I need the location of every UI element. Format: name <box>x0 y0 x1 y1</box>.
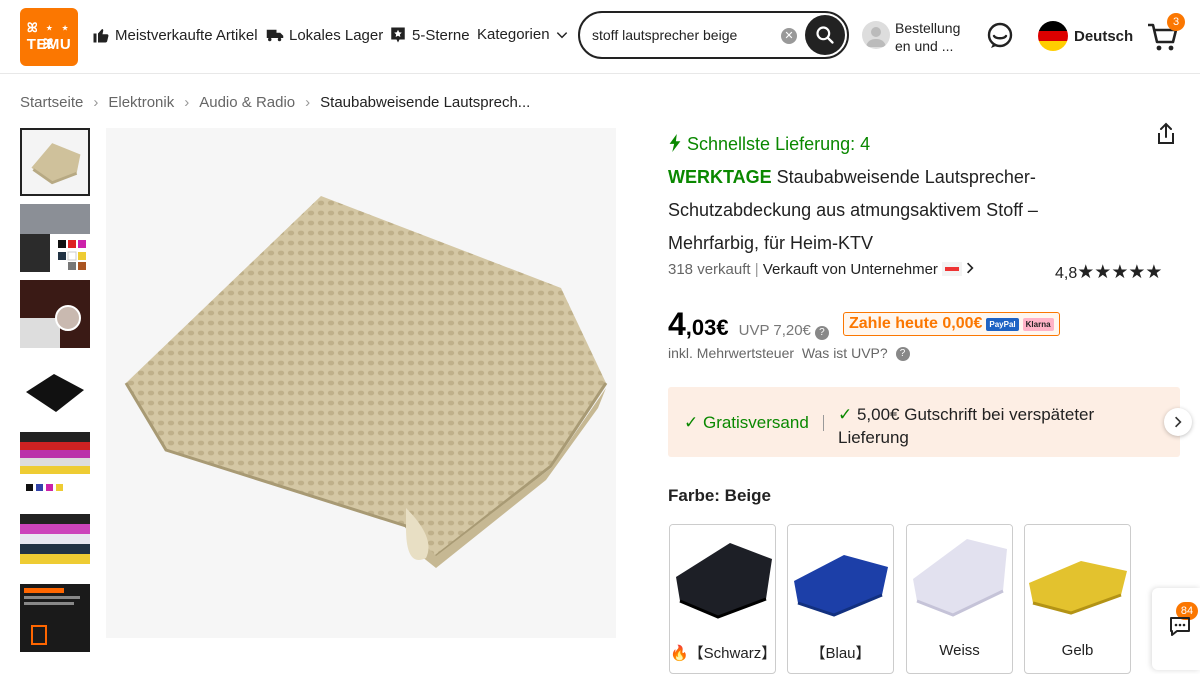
search-bar: ✕ <box>578 11 849 59</box>
orders-line1: Bestellung <box>895 20 961 36</box>
rating-value: 4,8 <box>1055 265 1078 282</box>
product-title-block: Schnellste Lieferung: 4 WERKTAGE Staubab… <box>668 128 1108 260</box>
logo-text: TEMU <box>26 36 72 53</box>
seller-text: Verkauft von Unternehmer <box>762 261 938 278</box>
what-is-uvp-link[interactable]: Was ist UVP? <box>802 345 888 361</box>
help-icon[interactable]: ? <box>814 326 829 340</box>
price-decimal: ,03€ <box>685 315 729 340</box>
nav-local-warehouse[interactable]: Lokales Lager <box>266 26 383 44</box>
sold-count: 318 verkauft <box>668 261 751 278</box>
nav-categories-label: Kategorien <box>477 26 550 43</box>
search-button[interactable] <box>805 15 845 55</box>
price-integer: 4 <box>668 306 686 342</box>
orders-account-link[interactable]: Bestellung en und ... <box>895 19 960 55</box>
floating-support-button[interactable]: 84 <box>1152 588 1200 670</box>
rating-stars-icon: ★★★★★ <box>1077 262 1163 283</box>
seller-link[interactable]: Verkauft von Unternehmer <box>763 261 974 278</box>
user-icon <box>866 27 886 47</box>
thumbnail-color-rolls[interactable] <box>20 432 90 500</box>
product-main-image[interactable] <box>106 128 616 638</box>
paypal-logo: PayPal <box>986 317 1019 331</box>
breadcrumb-separator: › <box>93 94 99 111</box>
chevron-right-icon <box>1175 416 1182 428</box>
orders-line2: en und ... <box>895 38 954 54</box>
help-icon[interactable]: ? <box>895 347 910 362</box>
nav-categories[interactable]: Kategorien <box>477 26 569 43</box>
language-selector[interactable]: Deutsch <box>1074 28 1133 45</box>
nav-bestsellers-label: Meistverkaufte Artikel <box>115 26 258 44</box>
breadcrumb-separator: › <box>305 94 311 111</box>
nav-bestsellers[interactable]: Meistverkaufte Artikel <box>92 26 258 44</box>
search-input[interactable] <box>592 25 772 45</box>
color-option-blue[interactable]: 【Blau】 <box>787 524 894 674</box>
germany-flag-icon[interactable] <box>1038 21 1068 51</box>
thumbnail-detail-magnifier[interactable] <box>20 280 90 348</box>
color-option-label: 🔥【Schwarz】 <box>670 645 776 662</box>
delivery-text: Schnellste Lieferung: 4 <box>687 134 871 154</box>
clear-search-icon[interactable]: ✕ <box>781 28 797 44</box>
thumbnail-black-sheet[interactable] <box>20 356 90 424</box>
seller-logo-icon <box>942 262 963 276</box>
breadcrumb-home[interactable]: Startseite <box>20 94 83 111</box>
klarna-logo: Klarna <box>1022 317 1054 331</box>
breadcrumb-electronics[interactable]: Elektronik <box>108 94 174 111</box>
thumbnail-stack-colors[interactable] <box>20 508 90 576</box>
color-option-label: 【Blau】 <box>810 645 871 662</box>
thumbnail-beige-fabric[interactable] <box>20 128 90 196</box>
thumbs-up-icon <box>93 29 109 43</box>
color-option-black[interactable]: 🔥【Schwarz】 <box>669 524 776 674</box>
pay-today-text: Zahle heute 0,00€ <box>849 315 983 332</box>
tax-text: inkl. Mehrwertsteuer <box>668 345 795 361</box>
color-option-label: Gelb <box>1061 642 1094 659</box>
delivery-days: WERKTAGE <box>668 167 772 187</box>
nav-local-warehouse-label: Lokales Lager <box>289 26 384 44</box>
uvp-price: UVP 7,20€ <box>738 322 811 339</box>
free-shipping: ✓ Gratisversand <box>684 413 809 432</box>
message-icon <box>1170 617 1190 636</box>
color-label: Farbe: Beige <box>668 486 771 505</box>
truck-icon <box>266 29 284 42</box>
pay-later-badge[interactable]: Zahle heute 0,00€ PayPal Klarna <box>843 312 1060 336</box>
search-icon <box>816 26 834 44</box>
share-icon[interactable] <box>1155 122 1177 146</box>
chevron-right-icon <box>967 262 974 274</box>
benefits-banner: ✓ Gratisversand ✓ 5,00€ Gutschrift bei v… <box>668 387 1180 457</box>
delivery-label: Schnellste Lieferung: 4 <box>668 134 870 154</box>
color-option-yellow[interactable]: Gelb <box>1024 524 1131 674</box>
nav-five-stars-label: 5-Sterne <box>412 26 470 44</box>
user-avatar[interactable] <box>862 21 890 49</box>
nav-five-stars[interactable]: 5-Sterne <box>389 26 470 44</box>
temu-logo[interactable]: ꕤ ⋆ ⋆ ꕤ TEMU <box>20 8 78 66</box>
breadcrumb: Startseite › Elektronik › Audio & Radio … <box>20 94 530 111</box>
color-option-label: Weiss <box>939 642 980 659</box>
tax-note: inkl. Mehrwertsteuer Was ist UVP? ? <box>668 345 910 362</box>
swatch-image <box>1025 525 1130 630</box>
swatch-image <box>670 525 775 630</box>
top-header: ꕤ ⋆ ⋆ ꕤ TEMU Meistverkaufte Artikel Loka… <box>0 0 1200 74</box>
breadcrumb-separator: › <box>184 94 190 111</box>
cart-count-badge: 3 <box>1167 13 1185 31</box>
late-delivery-credit: ✓ 5,00€ Gutschrift bei verspäteter Liefe… <box>838 403 1138 449</box>
swatch-image <box>788 525 893 630</box>
chevron-down-icon <box>556 31 567 38</box>
color-option-white[interactable]: Weiss <box>906 524 1013 674</box>
breadcrumb-current: Staubabweisende Lautsprech... <box>320 94 531 111</box>
rating[interactable]: 4,8★★★★★ <box>1055 261 1162 284</box>
thumbnail-colors-overview[interactable] <box>20 204 90 272</box>
star-badge-icon <box>391 27 405 43</box>
check-icon: ✓ <box>838 405 853 424</box>
breadcrumb-audio-radio[interactable]: Audio & Radio <box>199 94 295 111</box>
lightning-icon <box>669 134 681 152</box>
thumbnail-remote-friendly[interactable] <box>20 584 90 652</box>
swatch-image <box>907 525 1012 630</box>
delivery-days-text: WERKTAGE <box>668 167 772 187</box>
price-row: 4 ,03€ UVP 7,20€ ? <box>668 306 829 343</box>
support-chat-icon[interactable] <box>986 22 1014 50</box>
late-delivery-credit-text: 5,00€ Gutschrift bei verspäteter Lieferu… <box>838 405 1095 447</box>
benefits-next-button[interactable] <box>1164 408 1192 436</box>
divider <box>823 415 824 431</box>
